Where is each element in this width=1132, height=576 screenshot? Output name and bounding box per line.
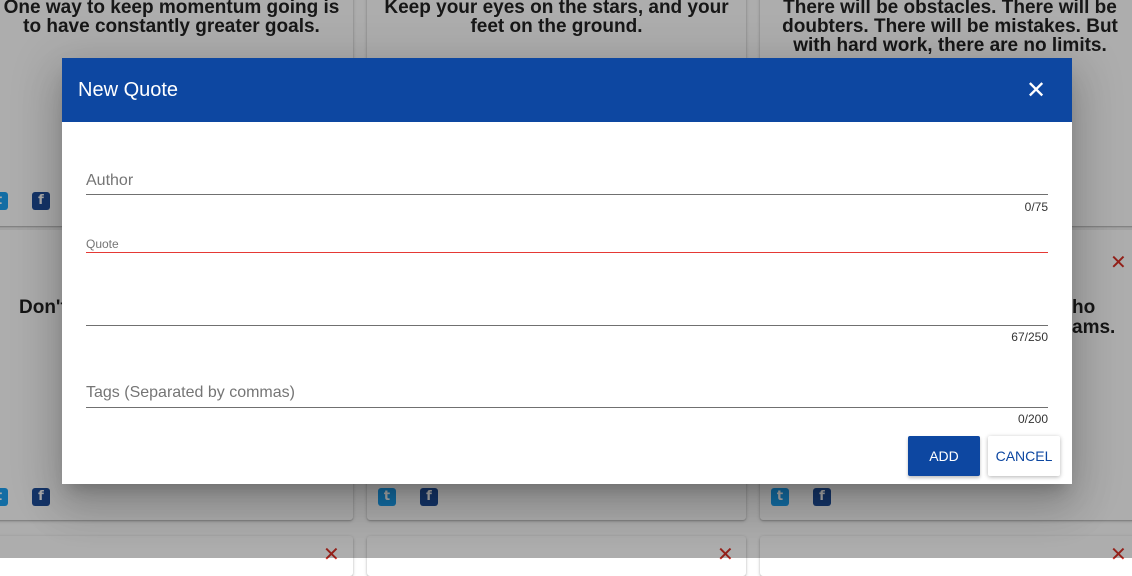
author-counter: 0/75: [1024, 200, 1048, 214]
new-quote-dialog: New Quote ✕ Author 0/75 Quote 67/250 Tag…: [62, 58, 1072, 484]
tags-input[interactable]: [86, 384, 1048, 404]
tags-field[interactable]: Tags (Separated by commas) 0/200: [86, 380, 1048, 428]
dialog-title: New Quote: [78, 79, 179, 101]
quote-field[interactable]: Quote 67/250: [86, 234, 1048, 346]
quote-counter: 67/250: [1011, 330, 1048, 344]
tags-underline: [86, 407, 1048, 408]
author-underline: [86, 194, 1048, 195]
cancel-button[interactable]: CANCEL: [988, 436, 1060, 476]
close-icon[interactable]: ✕: [1022, 76, 1050, 104]
add-button[interactable]: ADD: [908, 436, 980, 476]
tags-counter: 0/200: [1017, 412, 1048, 426]
dialog-header: New Quote ✕: [62, 58, 1072, 122]
quote-input[interactable]: [86, 256, 1048, 322]
quote-label: Quote: [86, 237, 119, 251]
quote-focus-line: [86, 252, 1048, 253]
quote-underline: [86, 325, 1048, 326]
author-field[interactable]: Author 0/75: [86, 168, 1048, 216]
author-input[interactable]: [86, 172, 1048, 192]
